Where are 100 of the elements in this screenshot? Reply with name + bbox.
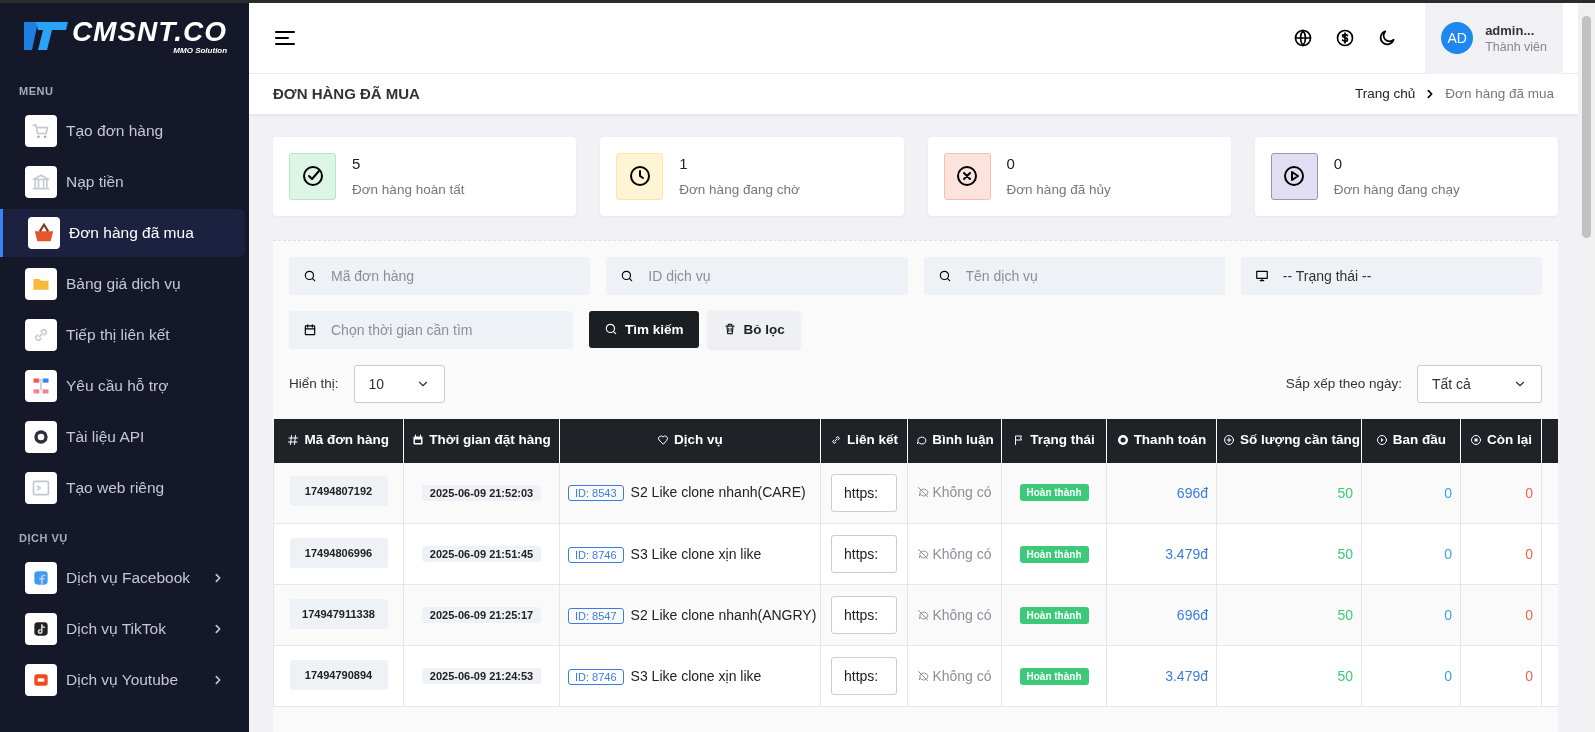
order-id: 174947911338 xyxy=(289,598,388,629)
chevron-icon xyxy=(213,624,223,634)
nav-item[interactable]: Dịch vụ Youtube xyxy=(0,656,245,704)
stat-value: 0 xyxy=(1006,155,1016,172)
search-field[interactable]: Mã đơn hàng xyxy=(289,256,591,295)
stat-value: 0 xyxy=(1333,155,1344,172)
nav-item[interactable]: Nạp tiền xyxy=(0,158,245,206)
nav-item[interactable]: Tài liệu API xyxy=(0,413,245,461)
nav-label: Tiếp thị liên kết xyxy=(66,326,171,344)
remaining-count: 0 xyxy=(1525,546,1533,562)
user-menu[interactable]: AD admin... Thành viên xyxy=(1425,2,1563,74)
show-label: Hiển thị: xyxy=(289,376,339,391)
service-name: S2 Like clone nhanh(ANGRY) xyxy=(630,606,817,623)
link-field[interactable]: https: xyxy=(831,596,897,634)
breadcrumb-link[interactable]: Trang chủ xyxy=(1355,86,1416,102)
globe-icon[interactable] xyxy=(1293,28,1314,48)
order-time: 2025-06-09 21:51:45 xyxy=(421,546,542,562)
search-button[interactable]: Tìm kiếm xyxy=(589,310,699,348)
comment-off-icon xyxy=(917,608,930,621)
start-count: 0 xyxy=(1444,546,1452,562)
play-circle-icon xyxy=(1375,433,1388,446)
user-name: admin... xyxy=(1485,22,1536,38)
status-select[interactable]: -- Trạng thái -- xyxy=(1240,256,1542,295)
search-icon xyxy=(620,268,635,283)
page-size-select[interactable]: 10 xyxy=(353,364,445,403)
breadcrumb-current: Đơn hàng đã mua xyxy=(1445,86,1554,102)
page-title: ĐƠN HÀNG ĐÃ MUA xyxy=(273,85,420,103)
column-header: Bình luận xyxy=(907,418,1002,463)
stat-label: Đơn hàng đã hủy xyxy=(1006,182,1111,197)
trash-icon xyxy=(722,322,737,336)
quantity: 50 xyxy=(1337,546,1353,562)
stat-label: Đơn hàng hoàn tất xyxy=(352,182,465,197)
service-id-tag: ID: 8543 xyxy=(568,485,624,502)
facebook-icon xyxy=(31,568,51,588)
nav-item[interactable]: Dịch vụ TikTok xyxy=(0,605,245,653)
stat-value: 5 xyxy=(352,155,362,172)
calendar-icon xyxy=(303,322,317,337)
payment-amount: 3.479đ xyxy=(1165,546,1208,562)
comment-off-icon xyxy=(917,547,930,560)
scrollbar[interactable] xyxy=(1578,3,1595,732)
start-count: 0 xyxy=(1444,607,1452,623)
start-count: 0 xyxy=(1444,484,1452,501)
chevron-icon xyxy=(213,675,223,685)
order-time: 2025-06-09 21:24:53 xyxy=(421,668,542,684)
payment-amount: 3.479đ xyxy=(1165,668,1208,684)
monitor-icon xyxy=(1254,268,1269,283)
comment-text: Không có xyxy=(932,667,992,684)
comment-off-icon xyxy=(917,486,930,499)
nav-item[interactable]: Yêu cầu hỗ trợ xyxy=(0,362,245,410)
menu-icon[interactable] xyxy=(275,30,297,46)
nav-item[interactable]: Tạo đơn hàng xyxy=(0,107,245,155)
search-field[interactable]: ID dịch vụ xyxy=(606,256,908,295)
terminal-icon xyxy=(31,478,51,498)
date-field[interactable]: Chọn thời gian cần tìm xyxy=(289,310,573,349)
nav-label: Tài liệu API xyxy=(66,428,146,446)
clear-filter-button[interactable]: Bỏ lọc xyxy=(707,310,800,348)
sort-label: Sắp xếp theo ngày: xyxy=(1285,376,1402,391)
column-header: Ban đầu xyxy=(1361,418,1461,463)
order-id: 17494806996 xyxy=(289,537,388,568)
section-heading: MENU xyxy=(18,84,55,99)
logo-text: CMSNT.CO xyxy=(71,17,228,46)
service-name: S3 Like clone xịn like xyxy=(630,667,762,684)
remaining-count: 0 xyxy=(1525,668,1533,684)
remaining-count: 0 xyxy=(1525,484,1533,501)
column-header: Trạng thái xyxy=(1001,418,1107,463)
flowchart-icon xyxy=(31,376,51,396)
column-header: Số lượng cần tăng xyxy=(1216,418,1362,463)
nav-item[interactable]: Tiếp thị liên kết xyxy=(0,311,245,359)
column-header: Thời gian đặt hàng xyxy=(403,418,560,463)
stop-circle-icon xyxy=(1470,433,1482,446)
status-tag: Hoàn thành xyxy=(1019,606,1089,624)
link-field[interactable]: https: xyxy=(831,657,897,695)
sort-select[interactable]: Tất cả xyxy=(1417,364,1542,403)
column-header: Mã đơn hàng xyxy=(273,418,404,463)
nav-item[interactable]: Dịch vụ Facebook xyxy=(0,554,245,602)
status-tag: Hoàn thành xyxy=(1019,545,1089,563)
order-id: 17494790894 xyxy=(289,659,388,690)
link-icon xyxy=(830,433,842,446)
nav-item[interactable]: Tạo web riêng xyxy=(0,464,245,512)
scrollbar-thumb[interactable] xyxy=(1582,16,1591,238)
payment-amount: 696đ xyxy=(1176,484,1208,501)
service-id-tag: ID: 8547 xyxy=(568,607,624,624)
dollar-icon[interactable] xyxy=(1335,28,1356,48)
nav-label: Nạp tiền xyxy=(66,173,125,191)
nav-label: Đơn hàng đã mua xyxy=(69,224,195,242)
link-field[interactable]: https: xyxy=(831,473,897,512)
start-count: 0 xyxy=(1444,668,1452,684)
link-field[interactable]: https: xyxy=(831,535,897,573)
order-id: 17494807192 xyxy=(289,476,388,507)
search-field[interactable]: Tên dịch vụ xyxy=(923,256,1225,295)
chevron-icon xyxy=(213,573,223,583)
section-heading: DỊCH VỤ xyxy=(18,531,69,547)
service-name: S3 Like clone xịn like xyxy=(630,545,762,562)
nav-label: Dịch vụ TikTok xyxy=(66,620,167,638)
nav-label: Tạo đơn hàng xyxy=(66,122,165,140)
nav-item[interactable]: Bảng giá dịch vụ xyxy=(0,260,245,308)
stat-label: Đơn hàng đang chạy xyxy=(1333,182,1460,197)
comment-icon xyxy=(915,433,928,446)
service-id-tag: ID: 8746 xyxy=(568,546,624,563)
nav-item[interactable]: Đơn hàng đã mua xyxy=(0,209,245,257)
